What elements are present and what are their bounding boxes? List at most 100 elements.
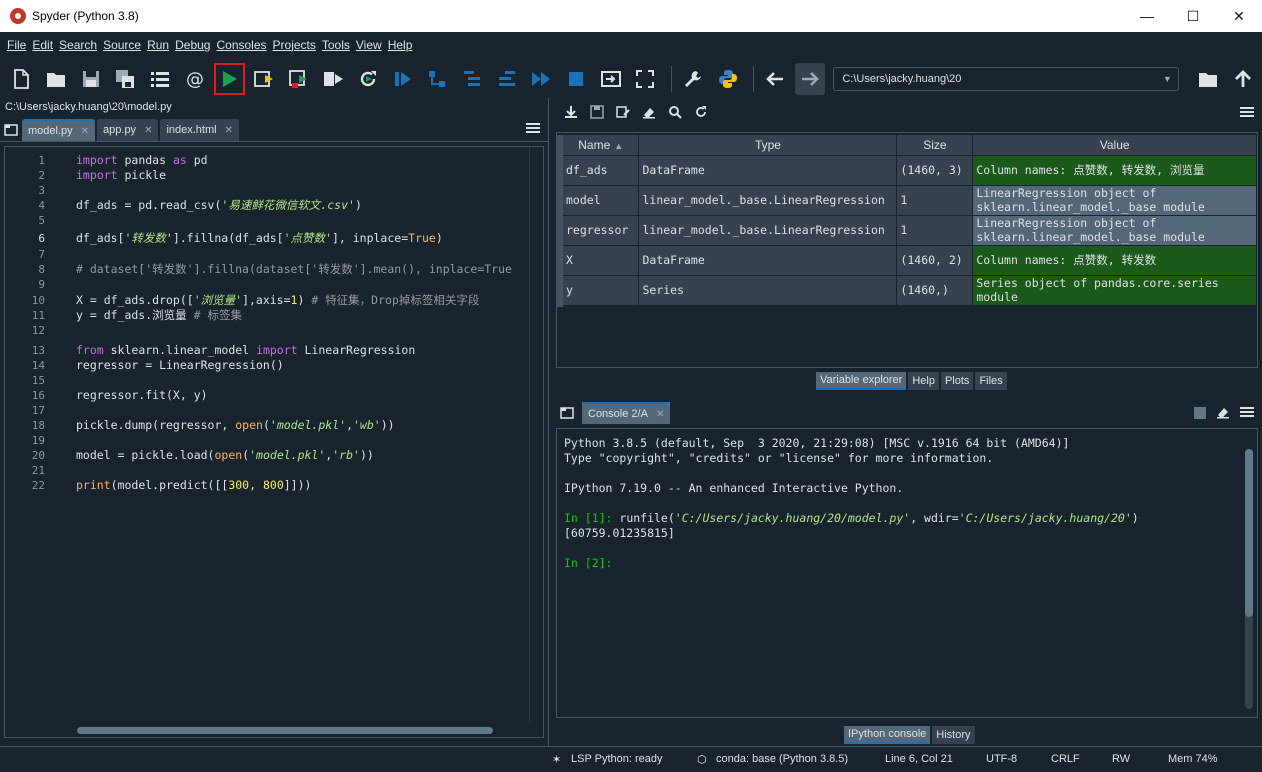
debug-stop-icon[interactable] (561, 63, 592, 95)
tab-app-py[interactable]: app.py ✕ (97, 119, 159, 141)
list-icon[interactable] (145, 63, 176, 95)
line-number[interactable]: 21 (5, 463, 45, 478)
table-row[interactable]: X DataFrame (1460, 2) Column names: 点赞数,… (563, 244, 1257, 275)
var-value[interactable]: Column names: 点赞数, 转发数, 浏览量 (972, 154, 1257, 185)
line-number[interactable]: 16 (5, 388, 45, 403)
fullscreen-icon[interactable] (630, 63, 661, 95)
menu-tools[interactable]: Tools (319, 38, 353, 52)
editor-options-menu-icon[interactable] (526, 122, 540, 137)
var-name[interactable]: model (563, 184, 640, 215)
save-all-icon[interactable] (110, 63, 141, 95)
sort-up-icon[interactable]: ▲ (614, 141, 623, 151)
var-name[interactable]: regressor (563, 214, 640, 245)
debug-step-return-icon[interactable] (491, 63, 522, 95)
chevron-down-icon[interactable]: ▼ (1163, 74, 1172, 84)
menu-file[interactable]: File (4, 38, 29, 52)
tab-history[interactable]: History (932, 726, 975, 744)
line-number[interactable]: 19 (5, 433, 45, 448)
code-line[interactable]: regressor.fit(X, y) (73, 388, 208, 403)
var-type[interactable]: DataFrame (638, 154, 898, 185)
table-row[interactable]: y Series (1460,) Series object of pandas… (563, 274, 1257, 305)
var-size[interactable]: (1460, 3) (896, 154, 974, 185)
minimize-icon[interactable]: — (1124, 0, 1170, 32)
menu-view[interactable]: View (353, 38, 385, 52)
tab-model-py[interactable]: model.py ✕ (22, 119, 96, 141)
var-size[interactable]: (1460, 2) (896, 244, 974, 275)
ipython-console[interactable]: Python 3.8.5 (default, Sep 3 2020, 21:29… (556, 428, 1258, 718)
line-number[interactable]: 20 (5, 448, 45, 463)
save-data-as-icon[interactable] (612, 101, 634, 123)
line-number[interactable]: 18 (5, 418, 45, 433)
var-name[interactable]: X (563, 244, 640, 275)
code-editor[interactable]: 1 2 3 4 5 6 7 8 9 10 11 12 13 14 15 16 17 18 19 20 21 22 impo… (4, 146, 544, 738)
menu-consoles[interactable]: Consoles (213, 38, 269, 52)
tab-index-html[interactable]: index.html ✕ (160, 119, 239, 141)
preferences-wrench-icon[interactable] (678, 63, 709, 95)
menu-source[interactable]: Source (100, 38, 144, 52)
menu-help[interactable]: Help (385, 38, 416, 52)
conda-env-status[interactable]: conda: base (Python 3.8.5) (716, 753, 848, 765)
code-line[interactable]: print(model.predict([[300, 800]])) (73, 478, 311, 493)
tab-files[interactable]: Files (975, 372, 1007, 390)
var-type[interactable]: Series (638, 274, 898, 305)
tab-variable-explorer[interactable]: Variable explorer (816, 372, 907, 390)
column-header-type[interactable]: Type (638, 135, 898, 155)
run-selection-icon[interactable] (318, 63, 349, 95)
scrollbar-thumb[interactable] (1245, 449, 1253, 617)
close-tab-icon[interactable]: ✕ (144, 125, 152, 136)
debug-step-icon[interactable] (422, 63, 453, 95)
search-icon[interactable] (664, 101, 686, 123)
var-name[interactable]: y (563, 274, 640, 305)
column-header-name[interactable]: Name ▲ (563, 135, 640, 155)
line-number[interactable]: 15 (5, 373, 45, 388)
table-row[interactable]: df_ads DataFrame (1460, 3) Column names:… (563, 154, 1257, 185)
menu-edit[interactable]: Edit (29, 38, 56, 52)
menu-debug[interactable]: Debug (172, 38, 213, 52)
line-number[interactable]: 11 (5, 308, 45, 323)
code-line[interactable]: model = pickle.load(open('model.pkl','rb… (73, 448, 374, 463)
pane-splitter[interactable] (548, 98, 554, 746)
line-number[interactable]: 6 (5, 231, 45, 246)
code-line[interactable]: df_ads['转发数'].fillna(df_ads['点赞数'], inpl… (73, 231, 443, 246)
column-header-value[interactable]: Value (972, 135, 1257, 155)
editor-horizontal-scrollbar[interactable] (73, 725, 529, 735)
var-size[interactable]: 1 (896, 184, 974, 215)
new-file-icon[interactable] (6, 63, 37, 95)
column-header-size[interactable]: Size (896, 135, 974, 155)
eraser-icon[interactable] (638, 101, 660, 123)
var-name[interactable]: df_ads (563, 154, 640, 185)
menu-projects[interactable]: Projects (270, 38, 319, 52)
code-line[interactable]: X = df_ads.drop(['浏览量'],axis=1) # 特征集，Dr… (73, 293, 479, 308)
var-type[interactable]: linear_model._base.LinearRegression (638, 184, 898, 215)
menu-run[interactable]: Run (144, 38, 172, 52)
save-icon[interactable] (75, 63, 106, 95)
lsp-status[interactable]: LSP Python: ready (571, 753, 663, 765)
parent-dir-arrow-icon[interactable] (1227, 63, 1258, 95)
table-row[interactable]: model linear_model._base.LinearRegressio… (563, 184, 1257, 215)
console-options-menu-icon[interactable] (1240, 406, 1254, 421)
browse-tabs-icon[interactable] (556, 402, 578, 424)
close-tab-icon[interactable]: ✕ (656, 409, 664, 420)
open-folder-icon[interactable] (41, 63, 72, 95)
code-area[interactable]: import pandas as pd import pickle df_ads… (73, 147, 529, 723)
code-line[interactable]: from sklearn.linear_model import LinearR… (73, 343, 415, 358)
maximize-pane-icon[interactable] (595, 63, 626, 95)
run-cell-icon[interactable] (249, 63, 280, 95)
line-number[interactable]: 1 (5, 153, 45, 168)
code-line[interactable]: df_ads = pd.read_csv('易速鲜花微信软文.csv') (73, 198, 362, 213)
code-line[interactable]: # dataset['转发数'].fillna(dataset['转发数'].m… (73, 262, 512, 277)
scrollbar-thumb[interactable] (77, 727, 493, 734)
line-number[interactable]: 9 (5, 277, 45, 292)
run-file-icon[interactable] (214, 63, 245, 95)
close-icon[interactable]: ✕ (1216, 0, 1262, 32)
options-menu-icon[interactable] (1236, 101, 1258, 123)
back-arrow-icon[interactable] (760, 63, 791, 95)
code-line[interactable]: import pandas as pd (73, 153, 208, 168)
code-line[interactable]: regressor = LinearRegression() (73, 358, 284, 373)
debug-continue-icon[interactable] (526, 63, 557, 95)
tab-console-2a[interactable]: Console 2/A ✕ (582, 402, 671, 424)
refresh-icon[interactable] (690, 101, 712, 123)
input-prompt[interactable]: In [2]: (564, 556, 612, 571)
var-value[interactable]: LinearRegression object of sklearn.linea… (972, 184, 1257, 215)
var-type[interactable]: DataFrame (638, 244, 898, 275)
